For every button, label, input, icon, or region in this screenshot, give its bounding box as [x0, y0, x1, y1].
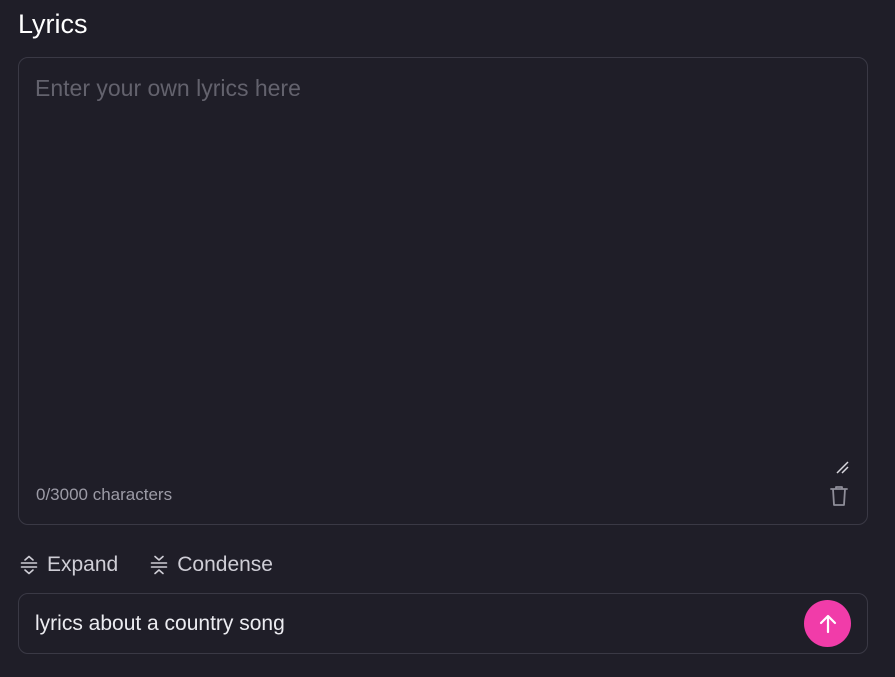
- trash-icon: [830, 486, 848, 506]
- lyrics-editor: 0/3000 characters: [18, 57, 868, 525]
- arrow-up-icon: [819, 614, 836, 633]
- resize-handle-icon[interactable]: [835, 460, 849, 474]
- prompt-input[interactable]: [35, 608, 785, 640]
- submit-button[interactable]: [804, 600, 851, 647]
- lyrics-tools: Expand Condense: [20, 550, 273, 580]
- condense-label: Condense: [177, 553, 273, 576]
- lyrics-prompt: [18, 593, 868, 654]
- expand-label: Expand: [47, 553, 119, 576]
- condense-icon: [150, 555, 168, 575]
- condense-button[interactable]: Condense: [150, 553, 273, 577]
- character-count: 0/3000 characters: [36, 485, 173, 504]
- clear-lyrics-button[interactable]: [828, 484, 850, 508]
- expand-icon: [20, 555, 38, 575]
- section-title: Lyrics: [18, 9, 88, 39]
- expand-button[interactable]: Expand: [20, 553, 118, 577]
- lyrics-textarea[interactable]: [35, 72, 835, 462]
